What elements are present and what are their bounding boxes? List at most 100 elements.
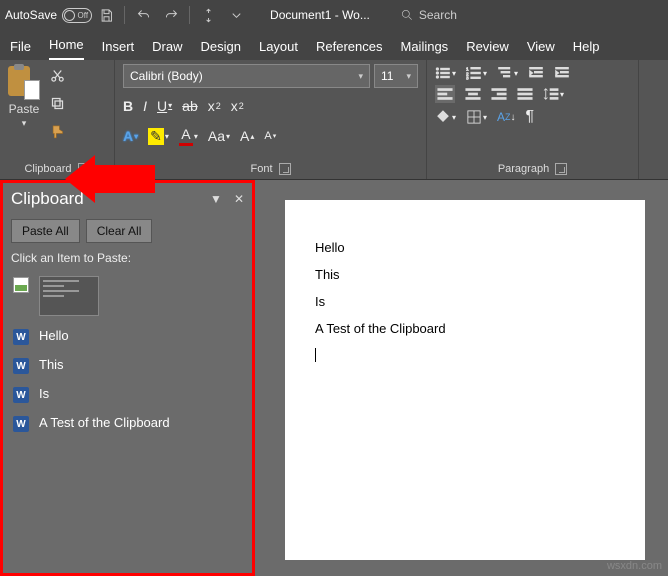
tab-draw[interactable]: Draw (152, 39, 182, 60)
bullets-button[interactable]: ▾ (435, 66, 456, 80)
subscript-button[interactable]: x2 (208, 98, 221, 114)
multilevel-list-button[interactable]: ▾ (497, 66, 518, 80)
qat-more-icon[interactable] (222, 1, 250, 29)
group-font-label: Font (250, 163, 272, 175)
align-center-button[interactable] (465, 87, 481, 101)
clipboard-item-text: This (39, 357, 64, 372)
numbering-button[interactable]: 123▾ (466, 66, 487, 80)
autosave-label: AutoSave (5, 8, 57, 22)
bold-button[interactable]: B (123, 98, 133, 114)
group-clipboard: Paste ▾ Clipboard (0, 60, 115, 179)
paste-icon (8, 64, 40, 100)
svg-text:3: 3 (466, 75, 469, 80)
format-painter-button[interactable] (46, 120, 68, 142)
clipboard-pane: Clipboard ▼ ✕ Paste All Clear All Click … (0, 180, 255, 576)
superscript-button[interactable]: x2 (231, 98, 244, 114)
document-area[interactable]: Hello This Is A Test of the Clipboard (255, 180, 668, 576)
font-name-combo[interactable]: Calibri (Body)▾ (123, 64, 370, 88)
word-icon: W (13, 387, 29, 403)
grow-font-button[interactable]: A▴ (240, 128, 254, 144)
tab-view[interactable]: View (527, 39, 555, 60)
redo-icon[interactable] (157, 1, 185, 29)
clipboard-item[interactable]: W Is (5, 383, 250, 406)
shading-button[interactable]: ▾ (435, 110, 456, 124)
paragraph-launcher-icon[interactable] (555, 163, 567, 175)
sort-button[interactable]: AZ↓ (497, 110, 516, 124)
search-label: Search (419, 8, 457, 22)
save-icon[interactable] (92, 1, 120, 29)
align-left-button[interactable] (435, 85, 455, 103)
pane-close-icon[interactable]: ✕ (234, 192, 244, 206)
autosave-toggle[interactable]: AutoSave Off (5, 8, 92, 23)
font-size-combo[interactable]: 11▾ (374, 64, 418, 88)
decrease-indent-button[interactable] (528, 66, 544, 80)
content-area: Clipboard ▼ ✕ Paste All Clear All Click … (0, 180, 668, 576)
picture-icon (13, 277, 29, 293)
cut-button[interactable] (46, 64, 68, 86)
document-title: Document1 - Wo... (270, 8, 370, 22)
separator (124, 6, 125, 24)
annotation-arrow (95, 165, 155, 193)
clipboard-items: W Hello W This W Is W A Test of the Clip… (3, 269, 252, 439)
shrink-font-button[interactable]: A▾ (264, 130, 276, 142)
word-icon: W (13, 416, 29, 432)
clipboard-item-text: Hello (39, 328, 69, 343)
tab-file[interactable]: File (10, 39, 31, 60)
touch-mode-icon[interactable] (194, 1, 222, 29)
group-paragraph-label: Paragraph (498, 163, 549, 175)
document-page[interactable]: Hello This Is A Test of the Clipboard (285, 200, 645, 560)
italic-button[interactable]: I (143, 98, 147, 114)
font-launcher-icon[interactable] (279, 163, 291, 175)
separator (189, 6, 190, 24)
underline-button[interactable]: U▾ (157, 98, 172, 114)
tab-design[interactable]: Design (201, 39, 241, 60)
word-icon: W (13, 358, 29, 374)
tab-layout[interactable]: Layout (259, 39, 298, 60)
tab-mailings[interactable]: Mailings (401, 39, 449, 60)
paste-button[interactable]: Paste ▾ (8, 64, 40, 129)
text-effects-button[interactable]: A▾ (123, 128, 138, 144)
document-line: Is (315, 294, 615, 309)
clipboard-thumbnail (39, 276, 99, 316)
clipboard-item-text: Is (39, 386, 49, 401)
toggle-off-icon: Off (62, 8, 92, 23)
search-box[interactable]: Search (400, 8, 457, 22)
tab-help[interactable]: Help (573, 39, 600, 60)
title-bar: AutoSave Off Document1 - Wo... Search (0, 0, 668, 30)
ribbon: Paste ▾ Clipboard Calibri (Body)▾ 11▾ B … (0, 60, 668, 180)
clipboard-item-text: A Test of the Clipboard (39, 415, 170, 430)
document-line: Hello (315, 240, 615, 255)
watermark: wsxdn.com (607, 560, 662, 572)
align-right-button[interactable] (491, 87, 507, 101)
change-case-button[interactable]: Aa▾ (208, 128, 230, 144)
copy-button[interactable] (46, 92, 68, 114)
tab-insert[interactable]: Insert (102, 39, 135, 60)
borders-button[interactable]: ▾ (466, 110, 487, 124)
clear-all-button[interactable]: Clear All (86, 219, 153, 243)
tab-review[interactable]: Review (466, 39, 509, 60)
undo-icon[interactable] (129, 1, 157, 29)
clipboard-item[interactable]: W This (5, 354, 250, 377)
ribbon-tabs: File Home Insert Draw Design Layout Refe… (0, 30, 668, 60)
increase-indent-button[interactable] (554, 66, 570, 80)
search-icon (400, 8, 414, 22)
highlight-button[interactable]: ✎▾ (148, 128, 169, 145)
document-line: A Test of the Clipboard (315, 321, 615, 336)
word-icon: W (13, 329, 29, 345)
pane-options-icon[interactable]: ▼ (210, 192, 222, 206)
tab-home[interactable]: Home (49, 37, 84, 60)
clipboard-item[interactable] (5, 273, 250, 319)
paste-label: Paste (9, 102, 40, 116)
text-cursor (315, 348, 615, 365)
tab-references[interactable]: References (316, 39, 382, 60)
show-marks-button[interactable]: ¶ (526, 108, 535, 126)
clipboard-item[interactable]: W Hello (5, 325, 250, 348)
clipboard-hint: Click an Item to Paste: (3, 247, 252, 269)
strikethrough-button[interactable]: ab (182, 98, 198, 114)
clipboard-item[interactable]: W A Test of the Clipboard (5, 412, 250, 435)
font-color-button[interactable]: A▾ (179, 126, 198, 146)
justify-button[interactable] (517, 87, 533, 101)
group-font: Calibri (Body)▾ 11▾ B I U▾ ab x2 x2 A▾ ✎… (115, 60, 427, 179)
line-spacing-button[interactable]: ▾ (543, 87, 564, 101)
paste-all-button[interactable]: Paste All (11, 219, 80, 243)
